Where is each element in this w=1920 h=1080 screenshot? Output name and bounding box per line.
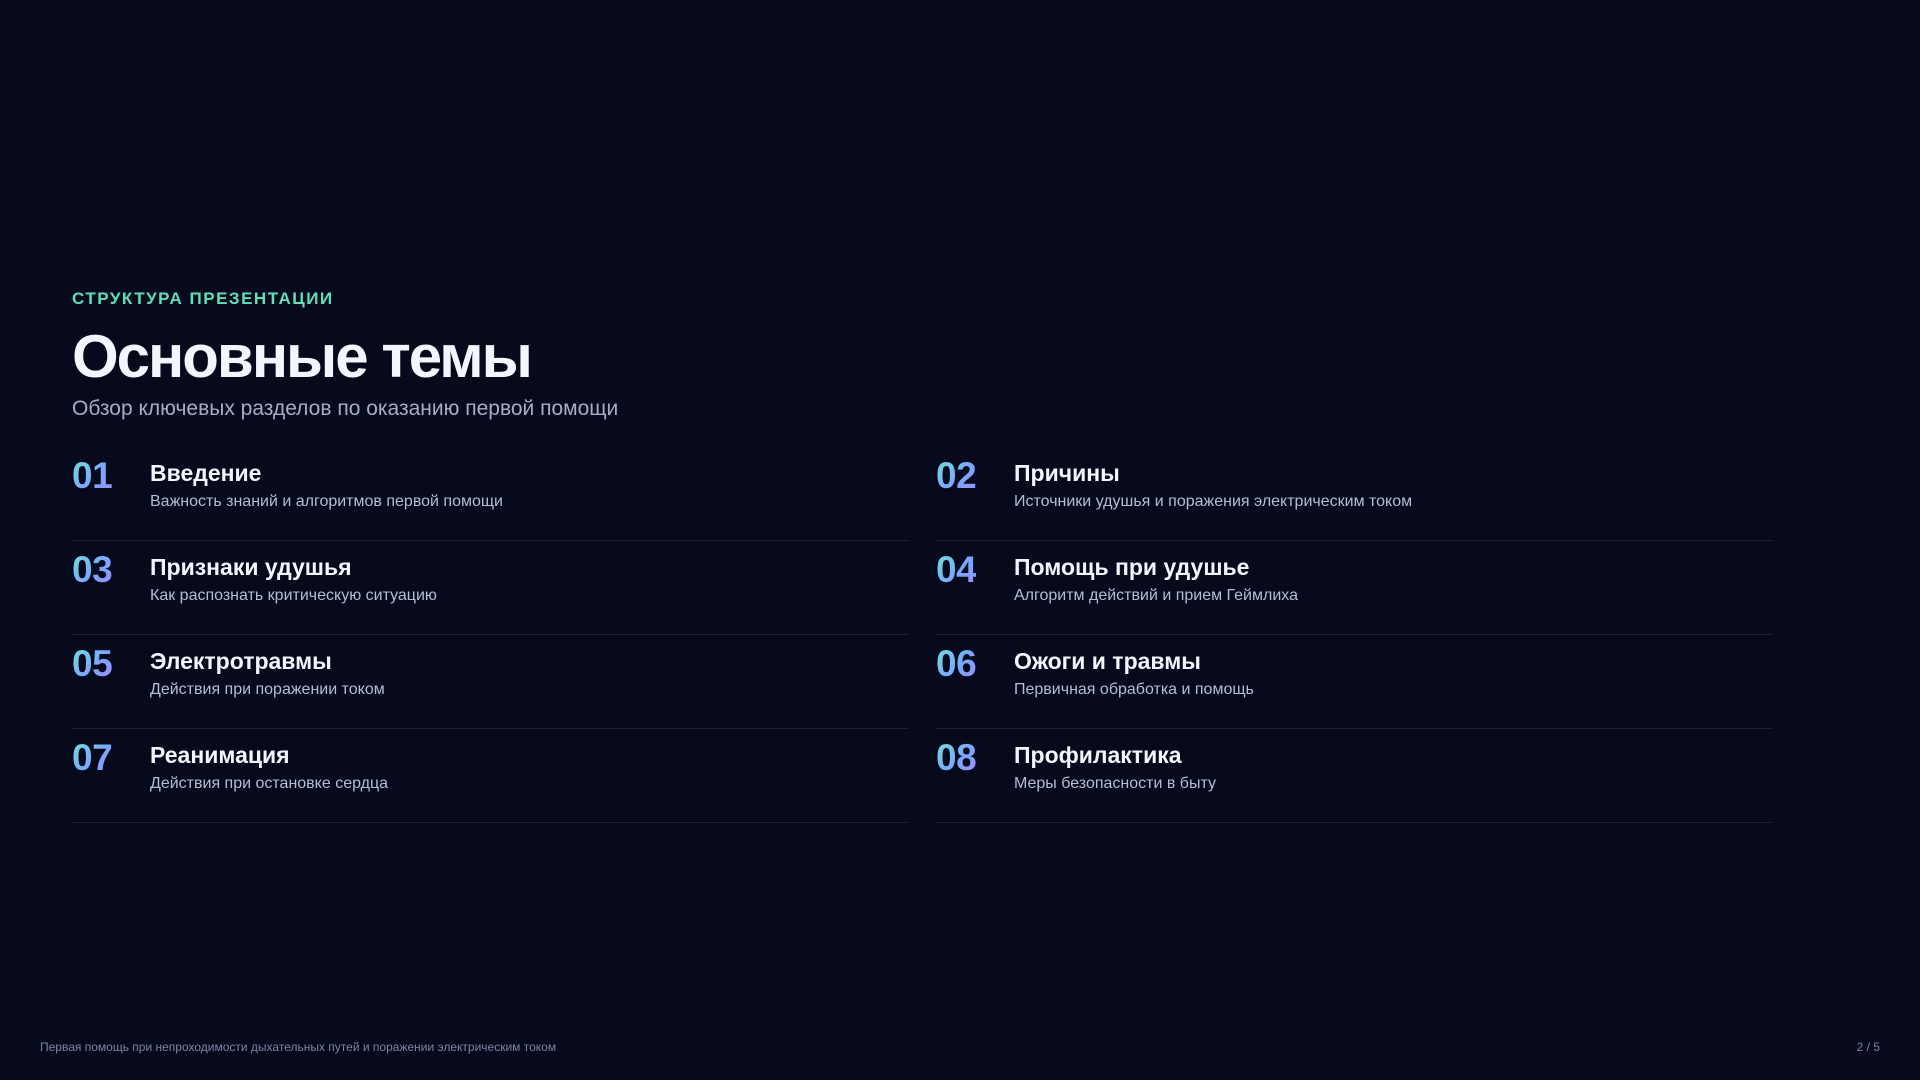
topic-item: 08 Профилактика Меры безопасности в быту bbox=[936, 729, 1772, 823]
topic-item: 02 Причины Источники удушья и поражения … bbox=[936, 447, 1772, 541]
topic-number: 05 bbox=[72, 643, 113, 684]
topic-description: Меры безопасности в быту bbox=[1014, 775, 1216, 792]
topic-item: 06 Ожоги и травмы Первичная обработка и … bbox=[936, 635, 1772, 729]
topic-title: Помощь при удушье bbox=[1014, 554, 1250, 580]
slide-subtitle: Обзор ключевых разделов по оказанию перв… bbox=[72, 397, 619, 420]
topic-item: 07 Реанимация Действия при остановке сер… bbox=[72, 729, 908, 823]
topic-description: Действия при поражении током bbox=[150, 681, 385, 698]
topic-description: Важность знаний и алгоритмов первой помо… bbox=[150, 493, 503, 510]
topic-description: Как распознать критическую ситуацию bbox=[150, 587, 437, 604]
topic-item: 04 Помощь при удушье Алгоритм действий и… bbox=[936, 541, 1772, 635]
topic-description: Источники удушья и поражения электрическ… bbox=[1014, 493, 1413, 510]
slide: СТРУКТУРА ПРЕЗЕНТАЦИИ Основные темы Обзо… bbox=[0, 0, 1920, 1080]
topic-item: 03 Признаки удушья Как распознать критич… bbox=[72, 541, 908, 635]
slide-title: Основные темы bbox=[72, 323, 533, 390]
topic-number: 01 bbox=[72, 455, 113, 496]
topic-number: 07 bbox=[72, 737, 113, 778]
page-counter: 2 / 5 bbox=[1856, 1040, 1880, 1054]
topic-title: Реанимация bbox=[150, 742, 290, 768]
topic-title: Электротравмы bbox=[150, 648, 332, 674]
topic-description: Действия при остановке сердца bbox=[150, 775, 389, 792]
topic-description: Первичная обработка и помощь bbox=[1014, 681, 1254, 698]
topic-item: 05 Электротравмы Действия при поражении … bbox=[72, 635, 908, 729]
topic-title: Профилактика bbox=[1014, 742, 1182, 768]
topic-title: Введение bbox=[150, 460, 262, 486]
slide-header: СТРУКТУРА ПРЕЗЕНТАЦИИ Основные темы Обзо… bbox=[72, 289, 1772, 422]
topic-title: Признаки удушья bbox=[150, 554, 352, 580]
topic-item: 01 Введение Важность знаний и алгоритмов… bbox=[72, 447, 908, 541]
topic-number: 02 bbox=[936, 455, 977, 496]
topic-title: Причины bbox=[1014, 460, 1120, 486]
footer-caption: Первая помощь при непроходимости дыхател… bbox=[40, 1040, 557, 1054]
topic-description: Алгоритм действий и прием Геймлиха bbox=[1014, 587, 1298, 604]
topic-number: 03 bbox=[72, 549, 113, 590]
section-eyebrow: СТРУКТУРА ПРЕЗЕНТАЦИИ bbox=[72, 289, 334, 308]
topic-number: 06 bbox=[936, 643, 977, 684]
topic-number: 08 bbox=[936, 737, 977, 778]
topic-title: Ожоги и травмы bbox=[1014, 648, 1201, 674]
topic-number: 04 bbox=[936, 549, 977, 590]
topics-grid: 01 Введение Важность знаний и алгоритмов… bbox=[72, 447, 1772, 823]
